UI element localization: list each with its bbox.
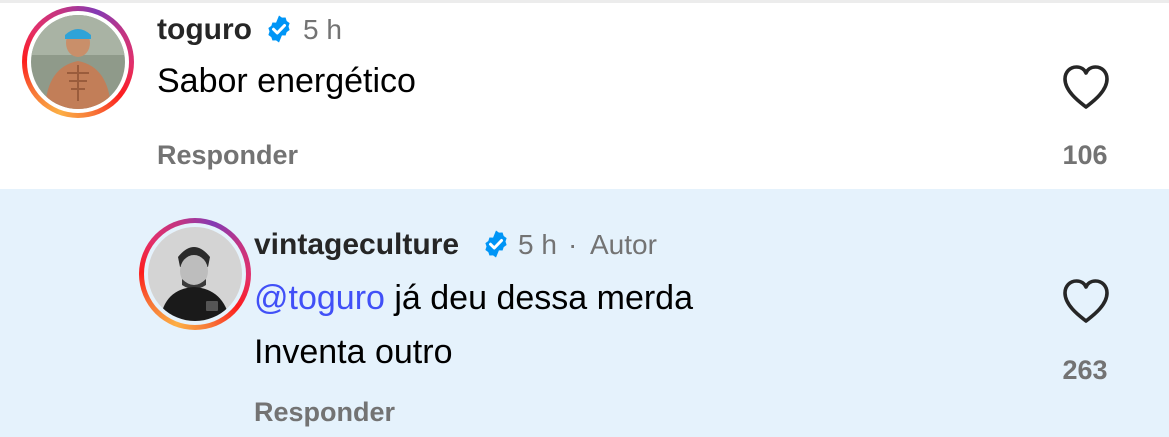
like-count: 106	[1062, 140, 1108, 170]
like-count: 263	[1062, 355, 1108, 385]
avatar-frame	[144, 223, 246, 325]
verified-badge-icon	[485, 230, 507, 258]
reply-button[interactable]: Responder	[254, 397, 395, 428]
heart-outline-icon[interactable]	[1060, 277, 1112, 325]
meta-separator: ·	[568, 229, 578, 260]
verified-badge-icon	[268, 15, 290, 43]
story-ring-avatar-vintageculture[interactable]	[139, 218, 251, 330]
comment-text-line-2: Inventa outro	[254, 333, 453, 371]
avatar-vintageculture	[148, 227, 242, 321]
comment-username[interactable]: toguro	[157, 13, 252, 47]
reply-button[interactable]: Responder	[157, 140, 298, 171]
comment-text: Sabor energético	[157, 62, 416, 100]
comment-toguro: toguro 5 h Sabor energético Responder 10…	[0, 3, 1169, 189]
story-ring-avatar-toguro[interactable]	[22, 6, 134, 118]
comment-time: 5 h	[518, 229, 557, 260]
comment-username[interactable]: vintageculture	[254, 228, 459, 262]
avatar-toguro	[31, 15, 125, 109]
heart-outline-icon[interactable]	[1060, 63, 1112, 111]
comment-text: já deu dessa merda	[384, 279, 693, 317]
mention-link[interactable]: @toguro	[254, 279, 385, 317]
author-tag: Autor	[590, 229, 657, 260]
avatar-frame	[27, 11, 129, 113]
comment-text-line-1: @toguro já deu dessa merda	[254, 279, 693, 318]
comment-vintageculture: vintageculture 5 h · Autor @toguro já de…	[0, 189, 1169, 437]
comment-time: 5 h	[303, 14, 342, 45]
